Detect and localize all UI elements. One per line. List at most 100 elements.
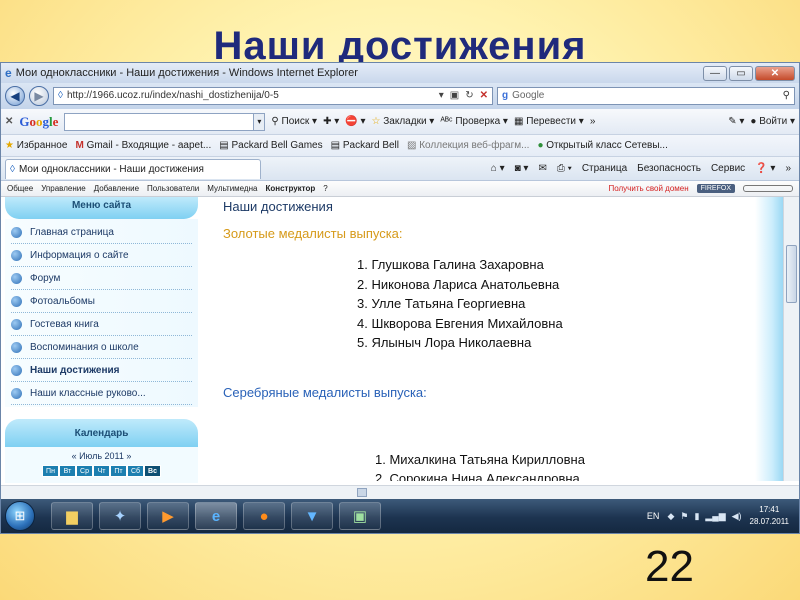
close-toolbar-icon[interactable]: ✕ (5, 116, 13, 127)
taskbar-package[interactable]: ▼ (291, 502, 333, 530)
block-icon[interactable]: ⛔ ▾ (345, 116, 365, 127)
globe-icon (11, 318, 22, 330)
language-indicator[interactable]: EN (647, 511, 660, 521)
horizontal-scrollbar[interactable] (1, 485, 799, 499)
globe-icon (11, 364, 22, 376)
back-button[interactable]: ◀ (5, 86, 25, 106)
ie-icon: e (5, 66, 12, 80)
site-menu: Главная страница Информация о сайте Фору… (5, 219, 198, 407)
more-icon[interactable]: » (785, 163, 791, 174)
gmail-icon: M (75, 140, 84, 151)
ucoz-item[interactable]: Общее (7, 184, 33, 193)
sidebar-item-home[interactable]: Главная страница (11, 221, 192, 244)
calendar-month-nav[interactable]: « Июль 2011 » (5, 451, 198, 461)
globe-icon (11, 341, 22, 353)
google-search-input[interactable] (64, 112, 255, 131)
sidebar-item-info[interactable]: Информация о сайте (11, 244, 192, 267)
calendar: « Июль 2011 » Пн Вт Ср Чт Пт Сб Вс (5, 447, 198, 483)
login-button[interactable]: ● Войти ▾ (750, 116, 795, 127)
tab-current[interactable]: ◊ Мои одноклассники - Наши достижения (5, 158, 261, 179)
main-content: Наши достижения Золотые медалисты выпуск… (223, 197, 743, 481)
calendar-title: Календарь (5, 419, 198, 447)
page-icon: ▤ (330, 140, 341, 151)
ucoz-item[interactable]: Добавление (94, 184, 139, 193)
decorative-border (755, 197, 783, 481)
refresh-icon[interactable]: ↻ (465, 88, 473, 104)
firefox-badge[interactable]: FIREFOX (696, 184, 735, 193)
maximize-button[interactable]: ▭ (729, 65, 753, 81)
bookmarks-button[interactable]: ☆ Закладки ▾ (372, 116, 435, 127)
close-button[interactable]: ✕ (755, 65, 795, 81)
ucoz-item[interactable]: Пользователи (147, 184, 199, 193)
fav-item-pb[interactable]: ▤ Packard Bell (331, 140, 399, 151)
service-menu[interactable]: Сервис (711, 163, 745, 174)
fav-item-openclass[interactable]: ● Открытый класс Сетевы... (537, 140, 667, 151)
taskbar-network[interactable]: ▣ (339, 502, 381, 530)
slide-number: 22 (645, 542, 694, 591)
ie-icon: e (211, 507, 221, 525)
spellcheck-button[interactable]: ᴬᴮᶜ Проверка ▾ (440, 116, 508, 127)
ucoz-item[interactable]: Управление (41, 184, 85, 193)
forward-button[interactable]: ▶ (29, 86, 49, 106)
rss-icon[interactable]: ◙ ▾ (515, 163, 529, 174)
sidebar-item-guestbook[interactable]: Гостевая книга (11, 313, 192, 336)
taskbar-explorer[interactable]: ▆ (51, 502, 93, 530)
more-icon[interactable]: » (590, 116, 596, 127)
favorites-button[interactable]: ★ Избранное (5, 140, 67, 151)
google-search-button[interactable]: ⚲ Поиск ▾ (271, 116, 317, 127)
ucoz-item-constructor[interactable]: Конструктор (265, 184, 315, 193)
scrollbar-thumb[interactable] (786, 245, 797, 303)
start-button[interactable]: ⊞ (5, 501, 35, 531)
weekday: Пн (42, 465, 59, 477)
taskbar-app[interactable]: ✦ (99, 502, 141, 530)
ucoz-help[interactable]: ? (323, 184, 327, 193)
ucoz-item[interactable]: Мультимедна (207, 184, 257, 193)
taskbar-orange-app[interactable]: ● (243, 502, 285, 530)
battery-icon[interactable]: ▮ (694, 511, 699, 522)
help-icon[interactable]: ❓ ▾ (755, 163, 775, 174)
scrollbar-thumb[interactable] (357, 488, 367, 497)
vertical-scrollbar[interactable] (783, 197, 799, 481)
silver-medalists-list: 1. Михалкина Татьяна Кирилловна 2. Сорок… (375, 450, 743, 482)
sidebar-item-memories[interactable]: Воспоминания о школе (11, 336, 192, 359)
panel-slider[interactable] (743, 185, 793, 192)
network-signal-icon[interactable]: ▂▄▆ (705, 511, 725, 522)
mail-icon[interactable]: ✉ (538, 163, 546, 174)
clock-time: 17:41 (759, 505, 780, 514)
minimize-button[interactable]: — (703, 65, 727, 81)
flag-icon[interactable]: ⚑ (680, 511, 688, 522)
shield-icon[interactable]: ◆ (667, 511, 674, 522)
clock[interactable]: 17:41 28.07.2011 (750, 504, 789, 528)
sidebar-item-teachers[interactable]: Наши классные руково... (11, 382, 192, 405)
google-logo: Google (19, 113, 59, 129)
chevron-down-icon[interactable]: ▾ (253, 112, 266, 131)
compat-icon[interactable]: ▣ (450, 88, 459, 104)
favorites-bar: ★ Избранное M Gmail - Входящие - aapet..… (1, 135, 799, 157)
volume-icon[interactable]: ◀) (732, 511, 742, 522)
window-title: Мои одноклассники - Наши достижения - Wi… (15, 67, 358, 79)
home-icon[interactable]: ⌂ ▾ (491, 163, 505, 174)
search-input[interactable]: g Google ⚲ (497, 87, 795, 105)
address-bar[interactable]: ◊ http://1966.ucoz.ru/index/nashi_dostiz… (53, 87, 493, 105)
dropdown-icon[interactable]: ▾ (439, 88, 444, 104)
safety-menu[interactable]: Безопасность (637, 163, 701, 174)
translate-button[interactable]: ▦ Перевести ▾ (514, 116, 584, 127)
taskbar-ie[interactable]: e (195, 502, 237, 530)
fav-item-gmail[interactable]: M Gmail - Входящие - aapet... (75, 140, 211, 151)
stop-icon[interactable]: ✕ (480, 88, 488, 104)
get-domain-link[interactable]: Получить свой домен (608, 184, 688, 193)
print-icon[interactable]: ⎙ ▾ (557, 163, 572, 174)
abc-icon: ᴬᴮᶜ (440, 116, 453, 127)
fav-item-webslices[interactable]: ▨ Коллекция веб-фрагм... (407, 140, 529, 151)
sidebar-item-achievements[interactable]: Наши достижения (11, 359, 192, 382)
network-icon: ▣ (352, 508, 368, 525)
search-icon[interactable]: ⚲ (783, 88, 794, 104)
page-menu[interactable]: Страница (582, 163, 627, 174)
sidebar-item-photos[interactable]: Фотоальбомы (11, 290, 192, 313)
wrench-icon[interactable]: ✎ ▾ (728, 116, 744, 127)
taskbar-media[interactable]: ▶ (147, 502, 189, 530)
plus-icon[interactable]: ✚ ▾ (323, 116, 339, 127)
webslice-icon: ▨ (407, 140, 417, 151)
sidebar-item-forum[interactable]: Форум (11, 267, 192, 290)
fav-item-pb-games[interactable]: ▤ Packard Bell Games (219, 140, 322, 151)
